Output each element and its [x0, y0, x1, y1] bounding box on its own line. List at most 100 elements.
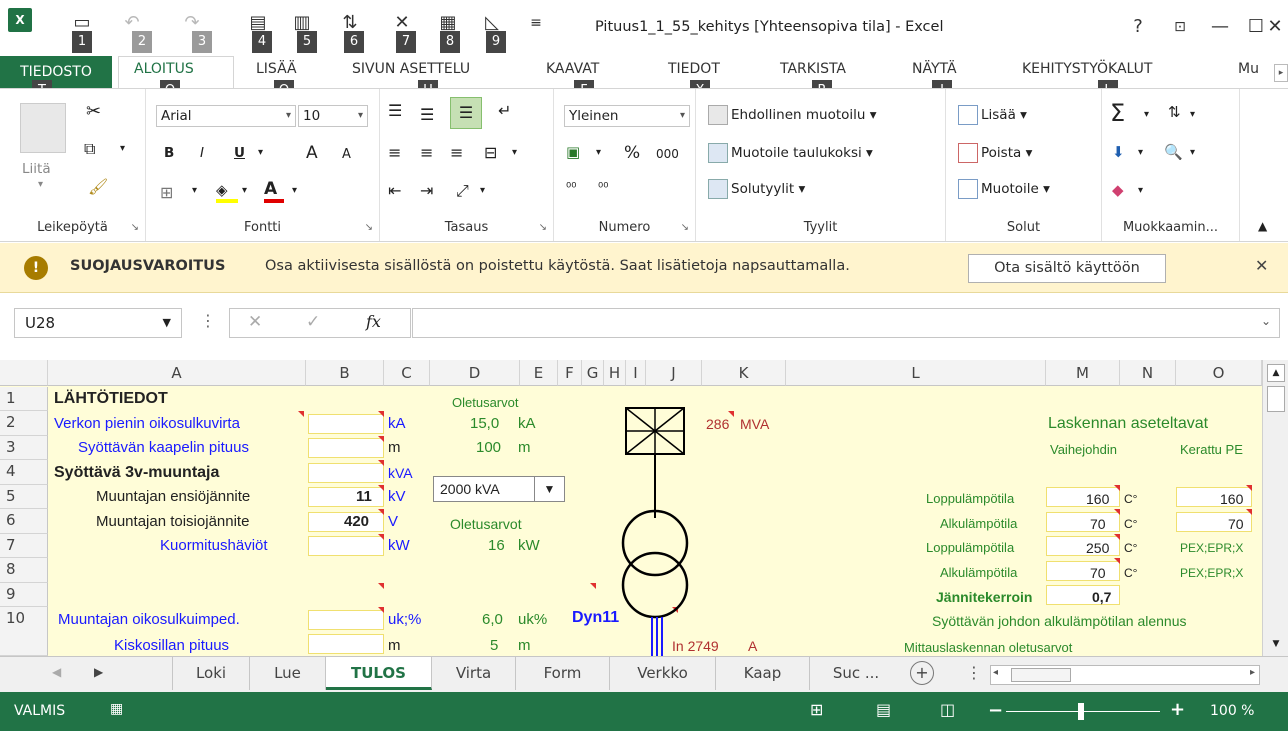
name-box-dropdown-icon[interactable]: ▼: [163, 309, 171, 337]
autosum-icon[interactable]: Σ: [1110, 99, 1125, 127]
format-as-table-button[interactable]: Muotoile taulukoksi ▾: [708, 143, 873, 163]
cell-a3[interactable]: Syöttävän kaapelin pituus: [78, 438, 249, 458]
cell-k10[interactable]: A: [748, 636, 757, 656]
horizontal-scrollbar[interactable]: ◂ ▸: [990, 665, 1260, 685]
cell-k2[interactable]: MVA: [740, 414, 769, 434]
clipboard-launcher-icon[interactable]: ↘: [131, 222, 139, 233]
page-break-view-icon[interactable]: ◫: [940, 700, 955, 719]
font-size-combo[interactable]: 10 ▾: [298, 105, 368, 127]
cell-a4[interactable]: Syöttävä 3v-muuntaja: [54, 463, 219, 483]
borders-dropdown-icon[interactable]: ▾: [192, 185, 197, 196]
grow-font-button[interactable]: A: [306, 143, 318, 163]
find-select-dropdown-icon[interactable]: ▾: [1190, 147, 1195, 158]
cell-o4[interactable]: 160: [1220, 489, 1243, 509]
borders-icon[interactable]: ⊞: [160, 183, 173, 202]
number-launcher-icon[interactable]: ↘: [681, 222, 689, 233]
cell-a1[interactable]: LÄHTÖTIEDOT: [54, 389, 168, 409]
cell-a5[interactable]: Muuntajan ensiöjännite: [96, 487, 250, 507]
tab-home[interactable]: ALOITUS: [134, 61, 194, 77]
cell-c4[interactable]: kVA: [388, 463, 413, 483]
add-sheet-icon[interactable]: +: [910, 661, 934, 685]
cell-o5[interactable]: 70: [1228, 514, 1244, 534]
cell-l5[interactable]: Alkulämpötila: [940, 514, 1017, 534]
autosum-dropdown-icon[interactable]: ▾: [1144, 109, 1149, 120]
input-cell-b2[interactable]: [308, 414, 384, 434]
cell-a10[interactable]: Kiskosillan pituus: [114, 636, 229, 656]
fill-color-icon[interactable]: ◈: [216, 181, 238, 203]
column-header-H[interactable]: H: [604, 360, 626, 386]
currency-icon[interactable]: ▣: [566, 143, 580, 161]
sheet-tab-verkko[interactable]: Verkko: [610, 657, 716, 690]
cancel-icon[interactable]: ✕: [248, 312, 262, 332]
fill-dropdown-icon[interactable]: ▾: [1138, 147, 1143, 158]
align-middle-icon[interactable]: ☰: [420, 105, 434, 124]
comment-indicator[interactable]: [378, 607, 384, 613]
tab-file[interactable]: TIEDOSTO: [0, 56, 112, 88]
comment-indicator[interactable]: [378, 485, 384, 491]
cell-c7[interactable]: kW: [388, 536, 410, 556]
column-header-L[interactable]: L: [786, 360, 1046, 386]
cell-l6[interactable]: Loppulämpötila: [926, 538, 1014, 558]
cell-a7[interactable]: Kuormitushäviöt: [160, 536, 268, 556]
merge-dropdown-icon[interactable]: ▾: [512, 147, 517, 158]
close-icon[interactable]: ✕: [1262, 12, 1288, 42]
tab-scroll-right-icon[interactable]: ▸: [1274, 64, 1288, 82]
expand-formula-icon[interactable]: ⌄: [1261, 314, 1271, 328]
decrease-decimal-icon[interactable]: ⁰⁰: [598, 181, 608, 196]
align-top-icon[interactable]: ☰: [388, 101, 402, 120]
tab-page-layout[interactable]: SIVUN ASETTELU: [352, 61, 470, 77]
cell-m8[interactable]: 0,7: [1092, 587, 1111, 607]
clear-icon[interactable]: ◆: [1112, 181, 1124, 199]
column-header-G[interactable]: G: [582, 360, 604, 386]
cell-m5[interactable]: 70: [1090, 514, 1106, 534]
tab-insert[interactable]: LISÄÄ: [256, 61, 297, 77]
insert-function-icon[interactable]: fx: [366, 312, 381, 331]
font-name-dropdown-icon[interactable]: ▾: [286, 106, 291, 126]
cell-l8[interactable]: Jännitekerroin: [936, 587, 1032, 607]
cell-d7[interactable]: 16: [488, 536, 505, 556]
cell-l10[interactable]: Mittauslaskennan oletusarvot: [904, 638, 1072, 656]
cell-o7[interactable]: PEX;EPR;X: [1180, 563, 1262, 583]
name-box[interactable]: U28 ▼: [14, 308, 182, 338]
zoom-in-icon[interactable]: +: [1170, 699, 1185, 720]
tab-review[interactable]: TARKISTA: [780, 61, 846, 77]
formula-input[interactable]: ⌄: [412, 308, 1280, 338]
cell-b6[interactable]: 420: [344, 512, 369, 532]
vertical-scroll-thumb[interactable]: [1267, 386, 1285, 412]
underline-dropdown-icon[interactable]: ▾: [258, 147, 263, 158]
cell-m3[interactable]: Vaihejohdin: [1050, 440, 1117, 460]
cell-a6[interactable]: Muuntajan toisiojännite: [96, 512, 249, 532]
align-right-icon[interactable]: ≡: [450, 143, 463, 162]
tab-more[interactable]: Mu: [1238, 61, 1259, 77]
cell-d9[interactable]: 6,0: [482, 610, 503, 630]
close-warning-icon[interactable]: ✕: [1255, 256, 1268, 275]
zoom-level[interactable]: 100 %: [1210, 703, 1254, 719]
percent-button[interactable]: %: [624, 143, 640, 163]
input-cell-m7[interactable]: [1046, 561, 1120, 581]
comment-indicator[interactable]: [378, 460, 384, 466]
copy-dropdown-icon[interactable]: ▾: [120, 143, 125, 154]
cell-c2[interactable]: kA: [388, 414, 406, 434]
currency-dropdown-icon[interactable]: ▾: [596, 147, 601, 158]
column-header-M[interactable]: M: [1046, 360, 1120, 386]
cell-o3[interactable]: Kerattu PE: [1180, 440, 1262, 460]
align-center-icon[interactable]: ≡: [420, 143, 433, 162]
input-cell-b10[interactable]: [308, 634, 384, 654]
cut-icon[interactable]: ✂: [86, 101, 101, 122]
select-all-corner[interactable]: [0, 360, 48, 386]
comment-indicator[interactable]: [378, 534, 384, 540]
font-color-dropdown-icon[interactable]: ▾: [292, 185, 297, 196]
conditional-formatting-button[interactable]: Ehdollinen muotoilu ▾: [708, 105, 877, 125]
tab-view[interactable]: NÄYTÄ: [912, 61, 957, 77]
enable-content-button[interactable]: Ota sisältö käyttöön: [968, 254, 1166, 283]
input-cell-b7[interactable]: [308, 536, 384, 556]
fill-icon[interactable]: ⬇: [1112, 143, 1125, 161]
sheet-tab-kaap[interactable]: Kaap: [716, 657, 810, 690]
shrink-font-button[interactable]: A: [342, 147, 351, 162]
bold-button[interactable]: B: [164, 145, 174, 161]
cell-o6[interactable]: PEX;EPR;X: [1180, 538, 1262, 558]
column-header-F[interactable]: F: [558, 360, 582, 386]
number-format-dropdown-icon[interactable]: ▾: [680, 106, 685, 126]
cell-n5[interactable]: C°: [1124, 514, 1137, 534]
cell-m4[interactable]: 160: [1086, 489, 1109, 509]
